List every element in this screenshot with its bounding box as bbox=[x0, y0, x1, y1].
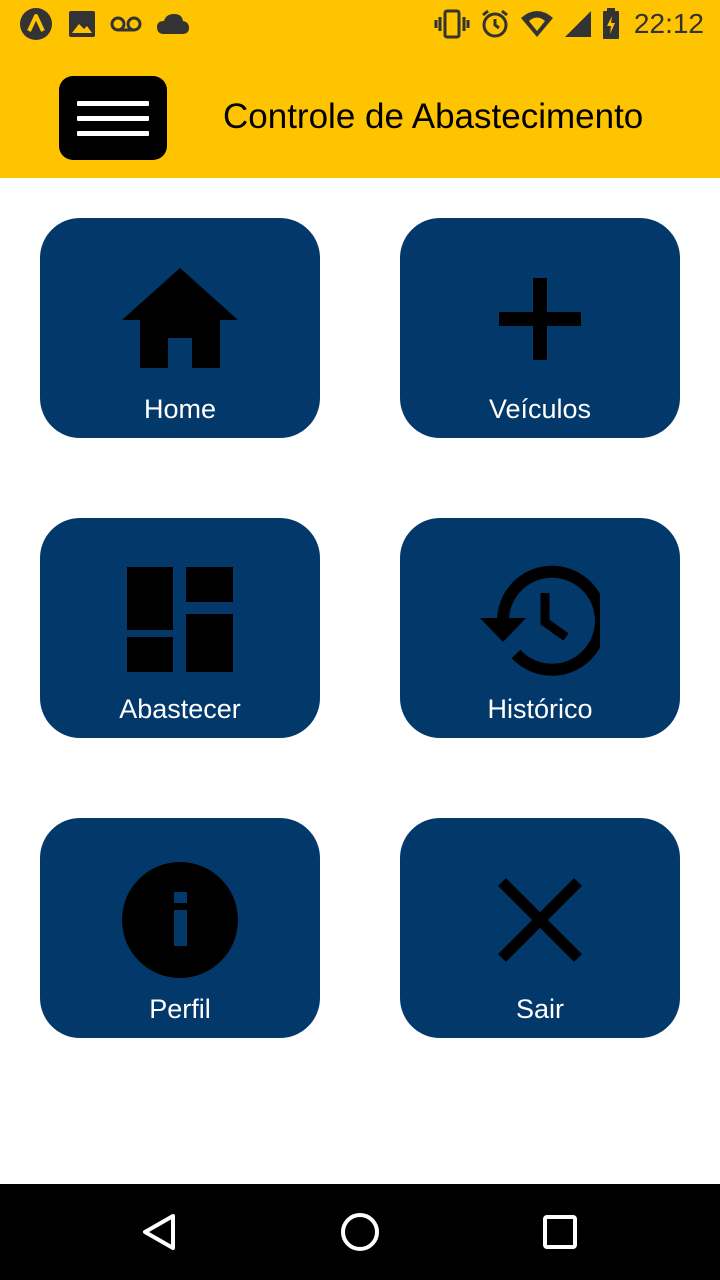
tile-label-home: Home bbox=[143, 394, 217, 424]
menu-grid: Home Veículos Abastecer Histórico Perfil… bbox=[0, 178, 720, 1184]
vehicles-tile-button[interactable]: Veículos bbox=[400, 218, 680, 438]
tile-label-history: Histórico bbox=[487, 694, 593, 724]
vibrate-icon bbox=[434, 9, 470, 39]
tile-label-refuel: Abastecer bbox=[119, 694, 241, 724]
tile-label-exit: Sair bbox=[515, 994, 564, 1024]
history-tile-button[interactable]: Histórico bbox=[400, 518, 680, 738]
cloud-icon bbox=[157, 14, 189, 34]
dashboard-icon bbox=[127, 567, 233, 672]
home-tile-button[interactable]: Home bbox=[40, 218, 320, 438]
status-right-icons: 22:12 bbox=[434, 0, 704, 48]
battery-icon bbox=[602, 8, 619, 39]
wifi-icon bbox=[520, 11, 553, 37]
menu-button[interactable] bbox=[59, 76, 167, 160]
profile-tile-button[interactable]: Perfil bbox=[40, 818, 320, 1038]
recents-square-icon[interactable] bbox=[536, 1208, 584, 1256]
signal-icon bbox=[564, 11, 591, 37]
plus-icon bbox=[499, 278, 581, 360]
page-title: Controle de Abastecimento bbox=[223, 97, 644, 136]
hamburger-line bbox=[77, 115, 149, 121]
history-icon bbox=[480, 565, 600, 676]
navigation-bar bbox=[0, 1184, 720, 1280]
tile-label-profile: Perfil bbox=[149, 994, 211, 1024]
home-circle-icon[interactable] bbox=[336, 1208, 384, 1256]
status-bar: 22:12 bbox=[0, 0, 720, 48]
hamburger-line bbox=[77, 130, 149, 136]
refuel-tile-button[interactable]: Abastecer bbox=[40, 518, 320, 738]
exit-tile-button[interactable]: Sair bbox=[400, 818, 680, 1038]
home-icon bbox=[122, 268, 238, 368]
hamburger-icon bbox=[77, 100, 149, 106]
status-time: 22:12 bbox=[633, 8, 704, 39]
app-bar: Controle de Abastecimento bbox=[0, 48, 720, 178]
app-logo-icon bbox=[20, 8, 52, 40]
back-triangle-icon[interactable] bbox=[136, 1208, 184, 1256]
close-icon bbox=[498, 878, 582, 962]
tile-label-vehicles: Veículos bbox=[488, 394, 592, 424]
status-left-icons bbox=[18, 0, 190, 48]
voicemail-icon bbox=[110, 16, 142, 32]
info-icon bbox=[122, 862, 238, 978]
image-icon bbox=[69, 11, 95, 37]
alarm-icon bbox=[481, 9, 508, 38]
